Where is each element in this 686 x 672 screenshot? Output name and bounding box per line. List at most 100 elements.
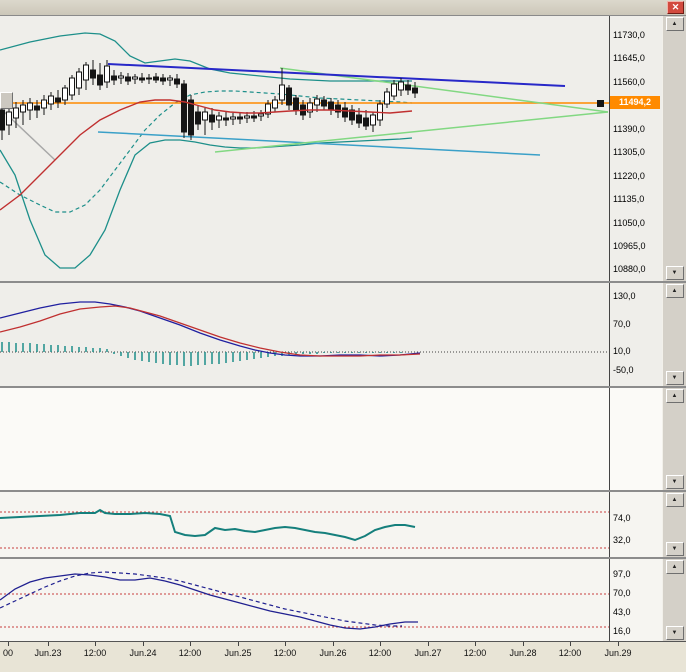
candle-body [160, 77, 166, 82]
scroll-down-icon[interactable]: ▼ [665, 475, 684, 489]
candle-body [363, 117, 369, 127]
axis-tick-label: 11390,0 [613, 124, 645, 134]
oscillator2-axis[interactable]: 97,0 70,0 43,0 16,0 [610, 559, 662, 641]
candle-body [258, 113, 264, 117]
time-tick [285, 642, 286, 646]
candle-body [62, 87, 68, 101]
price-scrollbar: ▲ ▼ [662, 16, 686, 281]
oscillator1-chart-canvas[interactable] [0, 492, 610, 557]
trading-app-window: ✕ 11730,0 11645,0 11560,0 11390,0 11305,0 112… [0, 0, 686, 672]
candle-body [272, 99, 278, 109]
time-label: 12:00 [178, 648, 202, 658]
axis-tick-label: 43,0 [613, 607, 631, 617]
time-tick [8, 642, 9, 646]
macd-line [0, 301, 421, 357]
axis-tick-label: 11305,0 [613, 147, 645, 157]
candle-body [328, 101, 334, 111]
candle-body [146, 77, 152, 80]
candle-body [13, 107, 19, 119]
candle-body [0, 109, 5, 131]
scroll-up-icon[interactable]: ▲ [665, 284, 684, 298]
axis-tick-label: 11220,0 [613, 171, 645, 181]
candle-body [69, 77, 75, 96]
axis-tick-label: 11645,0 [613, 53, 645, 63]
candle-body [6, 111, 12, 126]
empty-scrollbar: ▲ ▼ [662, 388, 686, 490]
time-tick [428, 642, 429, 646]
candle-body [41, 99, 47, 109]
price-line-marker [597, 100, 604, 107]
candle-body [195, 111, 201, 125]
empty-chart-canvas[interactable] [0, 388, 610, 490]
candle-body [405, 84, 411, 91]
oscillator1-panel-row: 74,0 32,0 ▲ ▼ [0, 492, 686, 557]
price-chart-canvas[interactable] [0, 16, 610, 281]
scroll-up-icon[interactable]: ▲ [665, 560, 684, 574]
macd-panel-row: 130,0 70,0 10,0 -50,0 ▲ ▼ [0, 283, 686, 386]
candle-body [216, 115, 222, 121]
stochastic-signal [0, 571, 402, 627]
oscillator2-chart-canvas[interactable] [0, 559, 610, 641]
candle-body [370, 114, 376, 126]
candle-body [244, 115, 250, 119]
candle-body [230, 116, 236, 120]
candle-body [342, 107, 348, 118]
candle-body [34, 105, 40, 111]
current-price-tag: 11494,2 [610, 96, 660, 109]
time-tick [523, 642, 524, 646]
time-tick [475, 642, 476, 646]
bollinger-lower [0, 137, 413, 269]
time-label: Jun.27 [414, 648, 442, 658]
candle-body [209, 114, 215, 123]
candle-body [48, 95, 54, 105]
candle-body [356, 114, 362, 124]
axis-tick-label: 11730,0 [613, 30, 645, 40]
time-label: Jun.29 [604, 648, 632, 658]
time-label: 12:00 [368, 648, 392, 658]
axis-tick-label: 11050,0 [613, 218, 645, 228]
candle-body [27, 102, 33, 111]
scroll-down-icon[interactable]: ▼ [665, 266, 684, 280]
candle-body [293, 97, 299, 111]
scroll-down-icon[interactable]: ▼ [665, 542, 684, 556]
scroll-down-icon[interactable]: ▼ [665, 626, 684, 640]
scroll-down-icon[interactable]: ▼ [665, 371, 684, 385]
time-tick [48, 642, 49, 646]
time-tick [618, 642, 619, 646]
axis-tick-label: 70,0 [613, 319, 631, 329]
candle-body [223, 117, 229, 121]
axis-tick-label: 130,0 [613, 291, 636, 301]
axis-tick-label: 70,0 [613, 588, 631, 598]
time-axis[interactable]: 00 Jun.23 12:00 Jun.24 12:00 Jun.25 12:00 Jun.2… [0, 641, 686, 672]
oscillator1-axis[interactable]: 74,0 32,0 [610, 492, 662, 557]
scroll-up-icon[interactable]: ▲ [665, 493, 684, 507]
empty-axis[interactable] [610, 388, 662, 490]
time-label: Jun.23 [34, 648, 62, 658]
axis-tick-label: 16,0 [613, 626, 631, 636]
candle-body [412, 87, 418, 94]
time-label: Jun.28 [509, 648, 537, 658]
price-axis[interactable]: 11730,0 11645,0 11560,0 11390,0 11305,0 11220… [610, 16, 662, 281]
close-icon[interactable]: ✕ [667, 1, 684, 14]
time-tick [95, 642, 96, 646]
axis-tick-label: 10965,0 [613, 241, 646, 251]
oscillator1-scrollbar: ▲ ▼ [662, 492, 686, 557]
time-label: 12:00 [463, 648, 487, 658]
candle-body [118, 75, 124, 79]
macd-axis[interactable]: 130,0 70,0 10,0 -50,0 [610, 283, 662, 386]
candle-body [174, 78, 180, 85]
candle-body [286, 87, 292, 106]
oscillator2-panel-row: 97,0 70,0 43,0 16,0 ▲ ▼ [0, 559, 686, 641]
title-bar[interactable]: ✕ [0, 0, 686, 16]
candle-body [384, 91, 390, 105]
time-label: 12:00 [558, 648, 582, 658]
scroll-up-icon[interactable]: ▲ [665, 17, 684, 31]
time-label: 00 [2, 648, 14, 658]
macd-chart-canvas[interactable] [0, 283, 610, 386]
time-tick [238, 642, 239, 646]
floating-handle[interactable] [0, 92, 13, 109]
time-tick [333, 642, 334, 646]
axis-tick-label: 97,0 [613, 569, 631, 579]
scroll-up-icon[interactable]: ▲ [665, 389, 684, 403]
candle-body [314, 98, 320, 106]
